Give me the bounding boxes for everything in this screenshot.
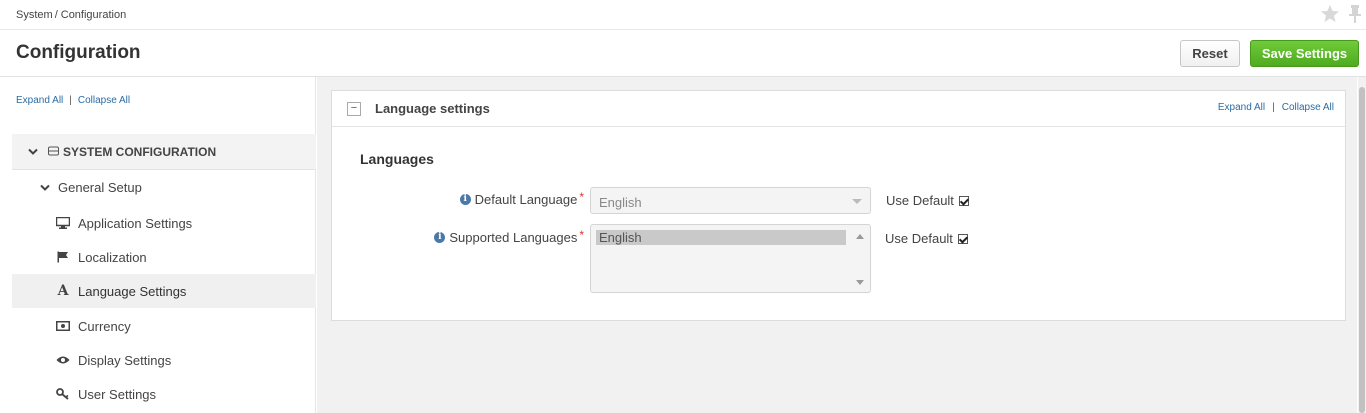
supported-language-option[interactable]: English <box>596 230 846 245</box>
use-default-label: Use Default <box>886 193 954 208</box>
page-title: Configuration <box>16 42 141 63</box>
page-header: Configuration Reset Save Settings <box>0 30 1366 77</box>
breadcrumb-item-system[interactable]: System <box>16 9 53 21</box>
reset-button[interactable]: Reset <box>1180 40 1240 67</box>
use-default-checkbox[interactable] <box>958 195 969 206</box>
use-default-label: Use Default <box>885 231 953 246</box>
money-icon <box>56 319 70 333</box>
scroll-down-icon[interactable] <box>856 280 864 285</box>
chevron-down-icon <box>852 199 862 204</box>
panel-title: Language settings <box>375 101 490 116</box>
sidebar-section-label: SYSTEM CONFIGURATION <box>63 144 217 159</box>
sidebar-collapse-all-link[interactable]: Collapse All <box>78 95 130 106</box>
chevron-down-icon <box>40 180 50 195</box>
sidebar-item-label: Currency <box>78 318 131 334</box>
chevron-down-icon <box>28 145 38 159</box>
sidebar-item-application-settings[interactable]: Application Settings <box>12 206 316 240</box>
sidebar-section-system-configuration[interactable]: SYSTEM CONFIGURATION <box>12 134 316 170</box>
database-icon <box>48 145 59 159</box>
info-icon[interactable]: i <box>459 194 471 205</box>
sidebar: Expand All | Collapse All SYSTEM CONFIGURA… <box>0 77 316 413</box>
sidebar-item-currency[interactable]: Currency <box>12 309 316 343</box>
top-icons <box>1320 4 1362 24</box>
default-language-select[interactable]: English <box>590 187 871 214</box>
sidebar-item-label: Language Settings <box>78 283 187 299</box>
panel-expand-collapse: Expand All | Collapse All <box>1218 102 1334 113</box>
scroll-up-icon[interactable] <box>856 234 864 239</box>
key-icon <box>56 387 70 401</box>
flag-icon <box>56 250 70 264</box>
divider: | <box>69 95 72 106</box>
sidebar-item-language-settings[interactable]: A Language Settings <box>12 274 316 308</box>
language-settings-panel: − Language settings Expand All | Collapse … <box>331 90 1346 321</box>
supported-languages-label-text: Supported Languages <box>449 230 578 245</box>
vertical-scrollbar[interactable] <box>1358 77 1366 413</box>
font-icon: A <box>57 283 69 299</box>
breadcrumb: System / Configuration <box>16 9 126 21</box>
sidebar-group-general-setup[interactable]: General Setup <box>12 170 316 204</box>
panel-header: − Language settings Expand All | Collapse … <box>332 91 1345 127</box>
default-language-value: English <box>599 195 642 210</box>
panel-collapse-all-link[interactable]: Collapse All <box>1282 102 1334 113</box>
top-bar: System / Configuration <box>0 0 1366 30</box>
sidebar-item-user-settings[interactable]: User Settings <box>12 377 316 411</box>
required-asterisk: * <box>579 227 584 242</box>
sidebar-expand-all-link[interactable]: Expand All <box>16 95 63 106</box>
default-language-use-default[interactable]: Use Default <box>886 193 969 208</box>
default-language-label: i Default Language * <box>360 189 584 207</box>
scrollbar-thumb[interactable] <box>1359 87 1365 413</box>
breadcrumb-separator: / <box>54 9 58 21</box>
collapse-panel-button[interactable]: − <box>347 102 361 116</box>
panel-expand-all-link[interactable]: Expand All <box>1218 102 1265 113</box>
section-title: Languages <box>360 151 434 167</box>
sidebar-item-display-settings[interactable]: Display Settings <box>12 343 316 377</box>
monitor-icon <box>56 216 70 230</box>
default-language-label-text: Default Language <box>474 192 578 207</box>
save-settings-button[interactable]: Save Settings <box>1250 40 1359 67</box>
info-icon[interactable]: i <box>434 232 446 243</box>
breadcrumb-item-configuration: Configuration <box>60 9 127 21</box>
sidebar-item-label: User Settings <box>78 386 157 402</box>
supported-languages-use-default[interactable]: Use Default <box>885 231 968 246</box>
sidebar-item-localization[interactable]: Localization <box>12 240 316 274</box>
sidebar-item-label: Display Settings <box>78 352 172 368</box>
sidebar-item-label: Application Settings <box>78 215 193 231</box>
required-asterisk: * <box>579 189 584 204</box>
supported-languages-multiselect[interactable]: English <box>590 224 871 293</box>
pin-icon[interactable] <box>1348 4 1362 24</box>
star-icon[interactable] <box>1320 4 1340 24</box>
sidebar-item-label: Localization <box>78 249 147 265</box>
eye-icon <box>56 353 70 367</box>
use-default-checkbox[interactable] <box>957 233 968 244</box>
sidebar-expand-collapse: Expand All | Collapse All <box>16 95 130 106</box>
sidebar-group-label: General Setup <box>58 179 142 195</box>
divider: | <box>1272 102 1275 113</box>
supported-languages-label: i Supported Languages * <box>360 227 584 245</box>
